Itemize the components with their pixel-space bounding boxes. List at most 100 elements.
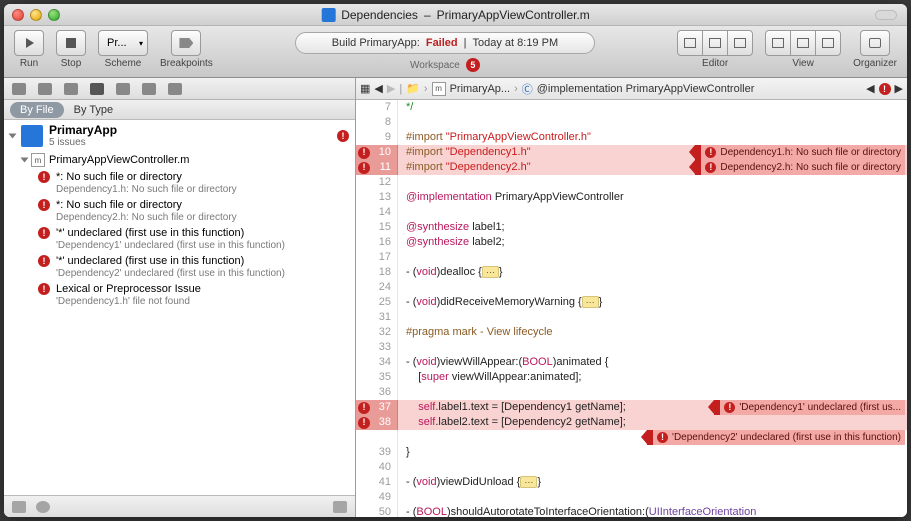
- issue-list[interactable]: PrimaryApp 5 issues ! m PrimaryAppViewCo…: [4, 120, 355, 495]
- code-line[interactable]: 25- (void)didReceiveMemoryWarning {···}: [356, 295, 907, 310]
- app-header-row[interactable]: PrimaryApp 5 issues !: [4, 120, 355, 151]
- issue-item[interactable]: ! '*' undeclared (first use in this func…: [4, 225, 355, 253]
- code-text[interactable]: [super viewWillAppear:animated];: [398, 370, 907, 385]
- code-line[interactable]: 24: [356, 280, 907, 295]
- code-line[interactable]: 7*/: [356, 100, 907, 115]
- zoom-icon[interactable]: [48, 9, 60, 21]
- code-line[interactable]: 14: [356, 205, 907, 220]
- code-text[interactable]: self.label1.text = [Dependency1 getName]…: [398, 400, 907, 415]
- prev-issue-icon[interactable]: ◀: [866, 82, 874, 95]
- stop-button[interactable]: [56, 30, 86, 56]
- inline-error[interactable]: !'Dependency2' undeclared (first use in …: [647, 430, 905, 445]
- related-items-icon[interactable]: ▦: [360, 82, 370, 95]
- filter-recent-icon[interactable]: [12, 501, 26, 513]
- code-text[interactable]: [398, 280, 907, 295]
- log-nav-icon[interactable]: [168, 83, 182, 95]
- code-text[interactable]: [398, 115, 907, 130]
- code-text[interactable]: [398, 250, 907, 265]
- code-text[interactable]: #import "Dependency2.h"!Dependency2.h: N…: [398, 160, 907, 175]
- code-line[interactable]: 41- (void)viewDidUnload {···}: [356, 475, 907, 490]
- editor-standard-button[interactable]: [677, 30, 703, 56]
- minimize-icon[interactable]: [30, 9, 42, 21]
- back-icon[interactable]: ◀: [374, 82, 382, 95]
- filter-errors-icon[interactable]: [333, 501, 347, 513]
- filter-clock-icon[interactable]: [36, 501, 50, 513]
- code-text[interactable]: */: [398, 100, 907, 115]
- scheme-popup[interactable]: Pr... ▾: [98, 30, 148, 56]
- project-nav-icon[interactable]: [12, 83, 26, 95]
- code-text[interactable]: @implementation PrimaryAppViewController: [398, 190, 907, 205]
- inline-error[interactable]: !Dependency1.h: No such file or director…: [695, 145, 905, 160]
- code-line[interactable]: 50- (BOOL)shouldAutorotateToInterfaceOri…: [356, 505, 907, 517]
- code-text[interactable]: [398, 340, 907, 355]
- code-text[interactable]: #import "PrimaryAppViewController.h": [398, 130, 907, 145]
- code-line[interactable]: 17: [356, 250, 907, 265]
- code-text[interactable]: [398, 310, 907, 325]
- code-line[interactable]: 35 [super viewWillAppear:animated];: [356, 370, 907, 385]
- code-line[interactable]: 40: [356, 460, 907, 475]
- jump-bar[interactable]: ▦ ◀ ▶ | 📁 › m PrimaryAp... › Ⓒ @implemen…: [356, 78, 907, 100]
- jump-symbol[interactable]: @implementation PrimaryAppViewController: [537, 83, 755, 95]
- organizer-button[interactable]: [860, 30, 890, 56]
- search-nav-icon[interactable]: [64, 83, 78, 95]
- file-row[interactable]: m PrimaryAppViewController.m: [4, 151, 355, 169]
- close-icon[interactable]: [12, 9, 24, 21]
- view-debug-button[interactable]: [790, 30, 816, 56]
- code-line[interactable]: 18- (void)dealloc {···}: [356, 265, 907, 280]
- code-line[interactable]: 36: [356, 385, 907, 400]
- code-text[interactable]: @synthesize label2;: [398, 235, 907, 250]
- code-text[interactable]: [398, 460, 907, 475]
- inline-error[interactable]: !Dependency2.h: No such file or director…: [695, 160, 905, 175]
- jump-file[interactable]: PrimaryAp...: [450, 83, 511, 95]
- folder-icon[interactable]: 📁: [406, 82, 420, 95]
- breakpoints-button[interactable]: [171, 30, 201, 56]
- run-button[interactable]: [14, 30, 44, 56]
- code-line[interactable]: 49: [356, 490, 907, 505]
- issue-item[interactable]: ! *: No such file or directory Dependenc…: [4, 169, 355, 197]
- code-line[interactable]: !38 self.label2.text = [Dependency2 getN…: [356, 415, 907, 430]
- status-message[interactable]: Build PrimaryApp: Failed | Today at 8:19…: [295, 32, 595, 54]
- code-line[interactable]: 16@synthesize label2;: [356, 235, 907, 250]
- code-text[interactable]: [398, 385, 907, 400]
- code-line[interactable]: 9#import "PrimaryAppViewController.h": [356, 130, 907, 145]
- disclosure-icon[interactable]: [21, 158, 29, 163]
- code-area[interactable]: 7*/89#import "PrimaryAppViewController.h…: [356, 100, 907, 517]
- code-line[interactable]: !10#import "Dependency1.h"!Dependency1.h…: [356, 145, 907, 160]
- issue-nav-icon[interactable]: [90, 83, 104, 95]
- tab-by-file[interactable]: By File: [10, 102, 64, 118]
- code-line[interactable]: 33: [356, 340, 907, 355]
- symbol-nav-icon[interactable]: [38, 83, 52, 95]
- code-line[interactable]: 13@implementation PrimaryAppViewControll…: [356, 190, 907, 205]
- code-text[interactable]: }: [398, 445, 907, 460]
- error-count-badge[interactable]: 5: [466, 58, 480, 72]
- view-util-button[interactable]: [815, 30, 841, 56]
- issue-item[interactable]: ! Lexical or Preprocessor Issue 'Depende…: [4, 281, 355, 309]
- issue-item[interactable]: ! *: No such file or directory Dependenc…: [4, 197, 355, 225]
- code-line[interactable]: !37 self.label1.text = [Dependency1 getN…: [356, 400, 907, 415]
- code-text[interactable]: - (BOOL)shouldAutorotateToInterfaceOrien…: [398, 505, 907, 517]
- debug-nav-icon[interactable]: [116, 83, 130, 95]
- toolbar-toggle-icon[interactable]: [875, 10, 897, 20]
- code-text[interactable]: #pragma mark - View lifecycle: [398, 325, 907, 340]
- issue-item[interactable]: ! '*' undeclared (first use in this func…: [4, 253, 355, 281]
- code-text[interactable]: - (void)dealloc {···}: [398, 265, 907, 280]
- code-text[interactable]: - (void)didReceiveMemoryWarning {···}: [398, 295, 907, 310]
- forward-icon[interactable]: ▶: [387, 82, 395, 95]
- code-line[interactable]: 31: [356, 310, 907, 325]
- view-nav-button[interactable]: [765, 30, 791, 56]
- code-text[interactable]: #import "Dependency1.h"!Dependency1.h: N…: [398, 145, 907, 160]
- code-text[interactable]: self.label2.text = [Dependency2 getName]…: [398, 415, 907, 430]
- code-text[interactable]: [398, 490, 907, 505]
- editor-version-button[interactable]: [727, 30, 753, 56]
- code-text[interactable]: [398, 175, 907, 190]
- code-line[interactable]: !11#import "Dependency2.h"!Dependency2.h…: [356, 160, 907, 175]
- next-issue-icon[interactable]: ▶: [895, 82, 903, 95]
- code-line[interactable]: 32#pragma mark - View lifecycle: [356, 325, 907, 340]
- code-text[interactable]: - (void)viewDidUnload {···}: [398, 475, 907, 490]
- code-line[interactable]: 8: [356, 115, 907, 130]
- code-line[interactable]: 34- (void)viewWillAppear:(BOOL)animated …: [356, 355, 907, 370]
- tab-by-type[interactable]: By Type: [64, 102, 124, 118]
- code-line[interactable]: 12: [356, 175, 907, 190]
- code-line[interactable]: 15@synthesize label1;: [356, 220, 907, 235]
- code-line[interactable]: 39}: [356, 445, 907, 460]
